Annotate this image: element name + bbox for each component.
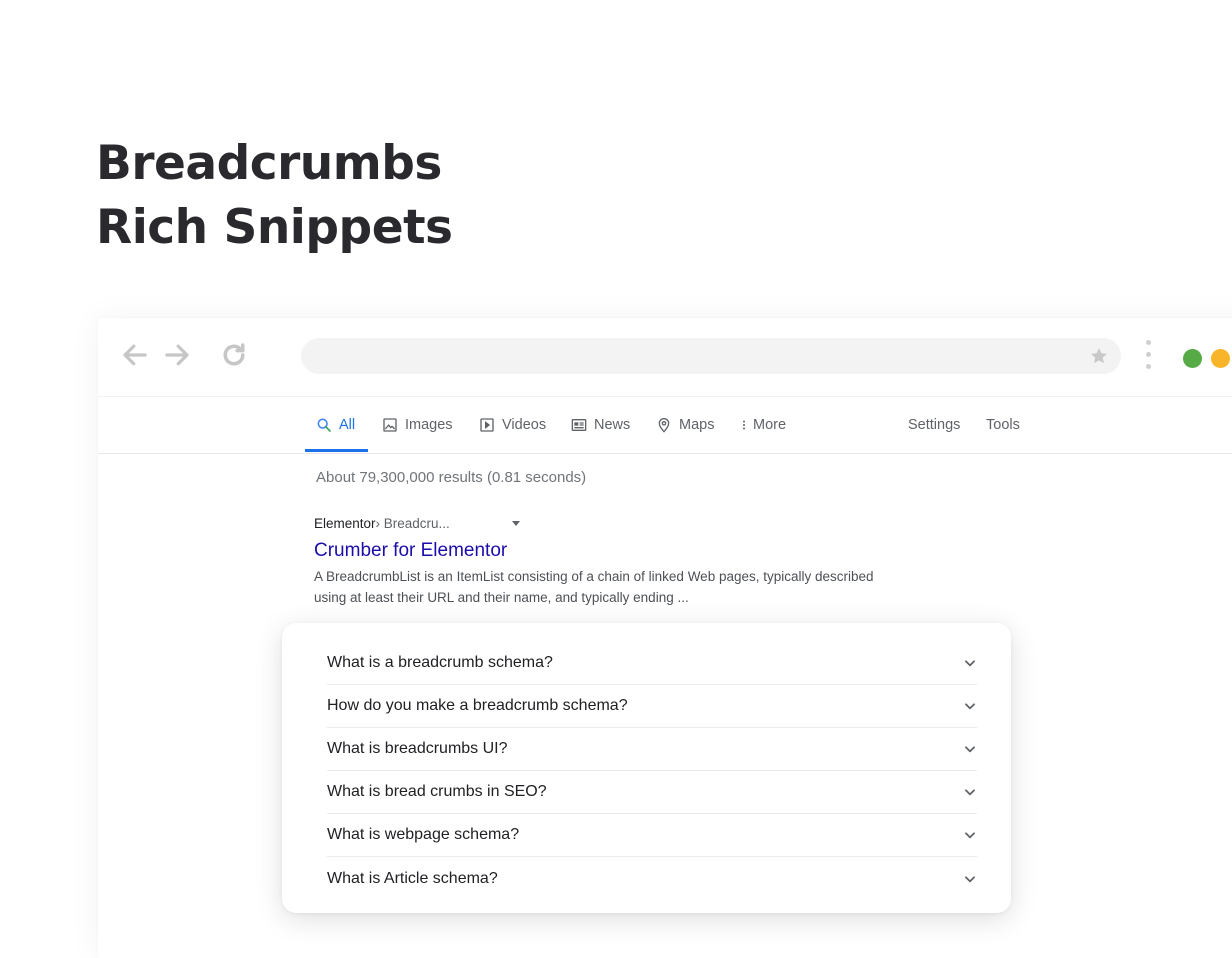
address-bar[interactable]	[301, 338, 1121, 374]
breadcrumb-site: Elementor	[314, 516, 376, 531]
tab-label: More	[753, 416, 787, 433]
result-title-link[interactable]: Crumber for Elementor	[314, 540, 507, 562]
map-pin-icon	[658, 417, 670, 433]
tab-label: All	[339, 416, 356, 433]
tab-label: Videos	[502, 416, 547, 433]
window-dot-yellow[interactable]	[1211, 349, 1230, 368]
back-arrow-icon[interactable]	[120, 340, 150, 370]
news-icon	[571, 418, 587, 431]
chevron-down-icon	[965, 875, 975, 882]
tab-tools[interactable]: Tools	[986, 396, 1020, 453]
tab-label: Tools	[986, 416, 1020, 433]
faq-question: What is bread crumbs in SEO?	[327, 782, 547, 800]
tab-label: Maps	[679, 416, 715, 433]
tab-all[interactable]: All	[316, 396, 355, 453]
tab-label: Images	[405, 416, 453, 433]
faq-item[interactable]: What is breadcrumbs UI?	[327, 727, 977, 771]
tab-more[interactable]: More	[738, 396, 786, 453]
tab-news[interactable]: News	[571, 396, 630, 453]
faq-question: What is webpage schema?	[327, 825, 520, 843]
image-icon	[383, 417, 397, 432]
dropdown-arrow-icon[interactable]	[512, 521, 520, 526]
active-tab-indicator	[305, 449, 368, 452]
star-icon[interactable]	[1089, 346, 1109, 366]
browser-toolbar	[98, 318, 1232, 397]
faq-question: How do you make a breadcrumb schema?	[327, 696, 628, 714]
search-tabs: All Images Videos News Maps More Setting…	[98, 396, 1232, 454]
chevron-down-icon	[965, 788, 975, 795]
window-dot-green[interactable]	[1183, 349, 1202, 368]
result-snippet: A BreadcrumbList is an ItemList consisti…	[314, 569, 874, 605]
faq-item[interactable]: What is bread crumbs in SEO?	[327, 770, 977, 814]
more-vertical-icon	[743, 420, 745, 429]
faq-question: What is Article schema?	[327, 869, 498, 887]
reload-icon[interactable]	[219, 340, 249, 370]
page-title: Breadcrumbs Rich Snippets	[96, 132, 453, 260]
breadcrumb-path: › Breadcru...	[375, 516, 450, 531]
faq-item[interactable]: What is Article schema?	[327, 857, 977, 900]
chevron-down-icon	[965, 745, 975, 752]
search-icon	[317, 418, 331, 432]
faq-card: What is a breadcrumb schema? How do you …	[282, 623, 1011, 913]
faq-question: What is a breadcrumb schema?	[327, 653, 553, 671]
faq-question: What is breadcrumbs UI?	[327, 739, 508, 757]
kebab-menu-icon[interactable]	[1144, 340, 1152, 374]
tab-images[interactable]: Images	[382, 396, 453, 453]
chevron-down-icon	[965, 831, 975, 838]
video-icon	[480, 417, 494, 432]
title-line-2: Rich Snippets	[96, 200, 453, 255]
faq-item[interactable]: What is a breadcrumb schema?	[327, 641, 977, 685]
faq-item[interactable]: What is webpage schema?	[327, 813, 977, 857]
tab-maps[interactable]: Maps	[656, 396, 714, 453]
chevron-down-icon	[965, 659, 975, 666]
title-line-1: Breadcrumbs	[96, 136, 442, 191]
forward-arrow-icon[interactable]	[162, 340, 192, 370]
tab-label: News	[594, 416, 631, 433]
breadcrumb[interactable]: Elementor › Breadcru...	[314, 516, 520, 531]
faq-item[interactable]: How do you make a breadcrumb schema?	[327, 684, 977, 728]
tab-settings[interactable]: Settings	[908, 396, 960, 453]
chevron-down-icon	[965, 702, 975, 709]
tab-videos[interactable]: Videos	[479, 396, 546, 453]
tab-label: Settings	[908, 416, 961, 433]
result-stats: About 79,300,000 results (0.81 seconds)	[316, 469, 587, 486]
